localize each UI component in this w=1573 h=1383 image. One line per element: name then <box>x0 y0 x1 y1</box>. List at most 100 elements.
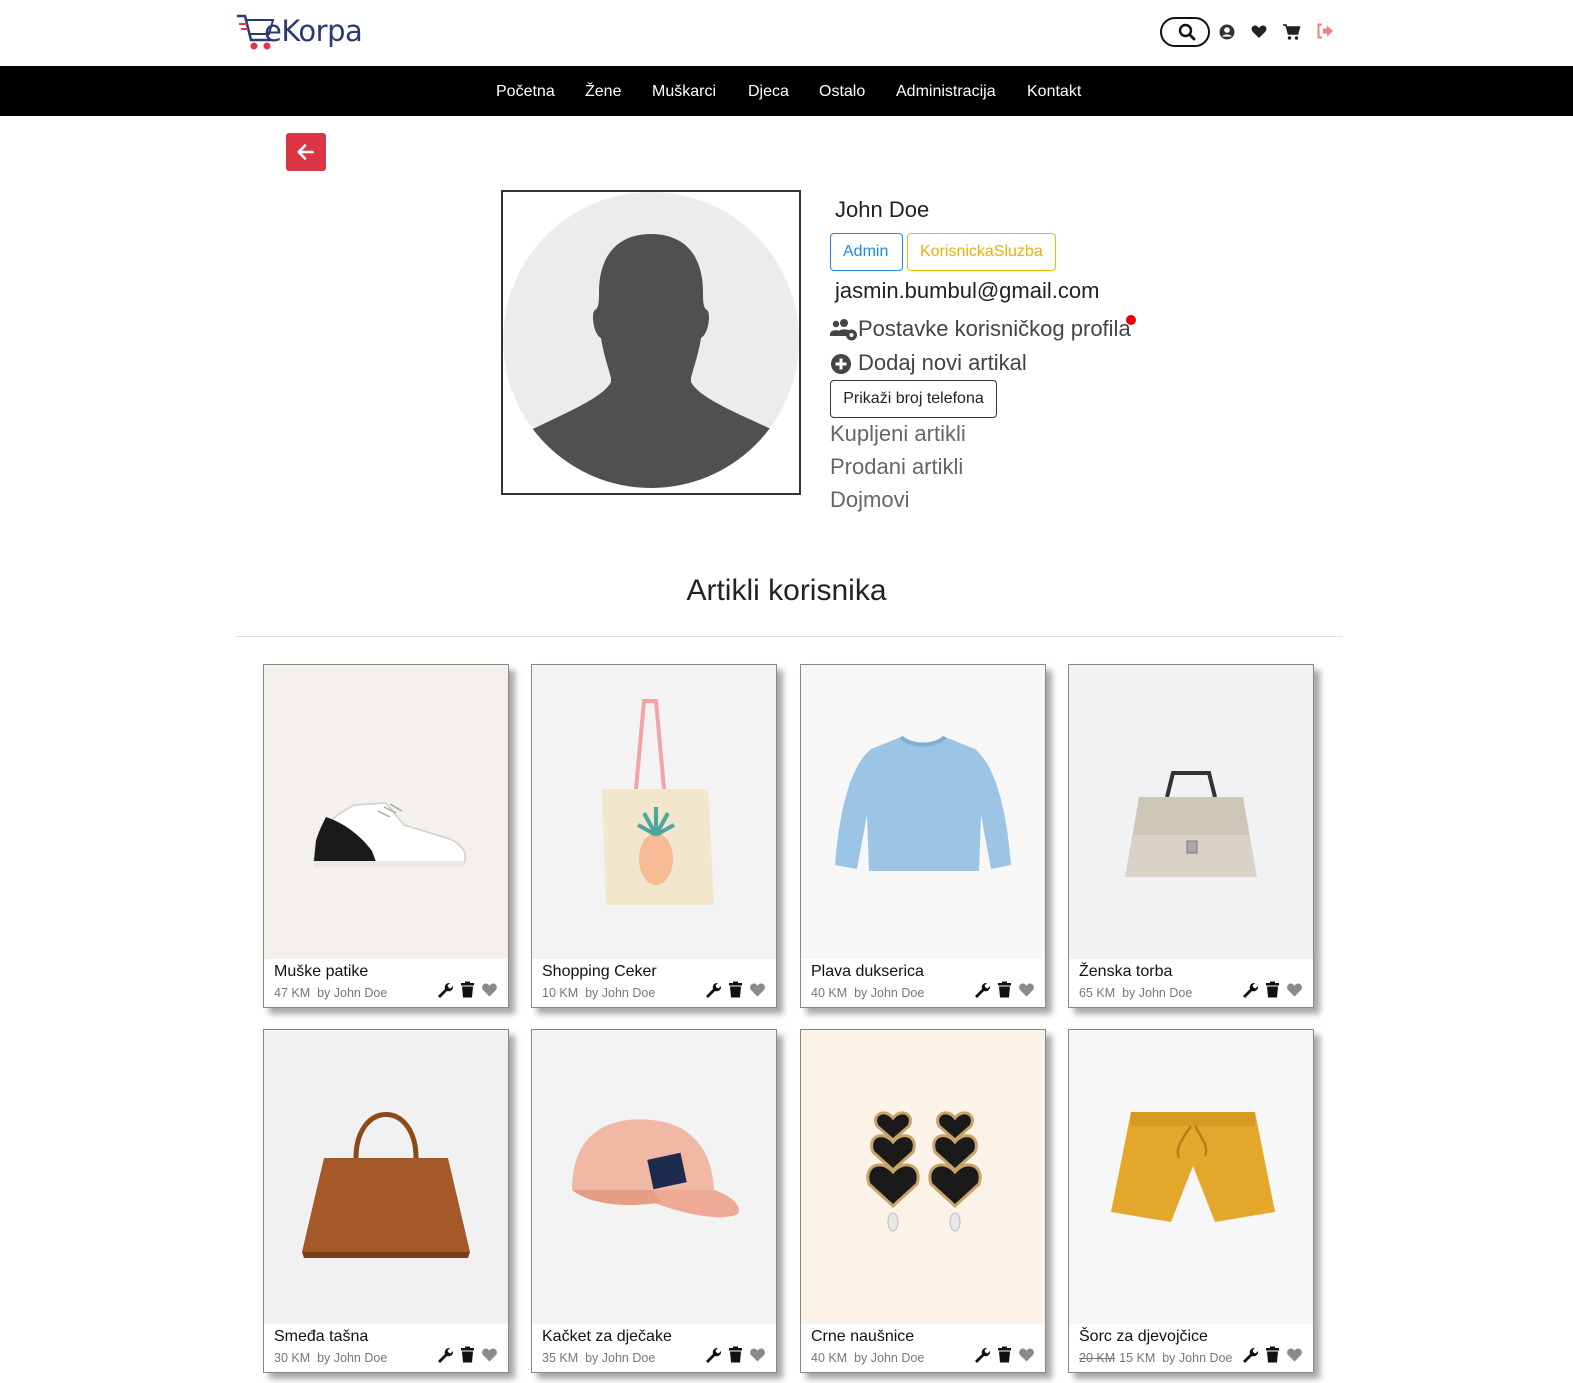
heart-icon[interactable] <box>481 981 498 1003</box>
product-seller: by John Doe <box>1122 986 1193 1000</box>
product-price: 10 KM <box>542 986 579 1000</box>
product-price: 15 KM <box>1119 1351 1156 1365</box>
product-seller: by John Doe <box>585 1351 656 1365</box>
product-actions <box>703 1346 766 1364</box>
notification-dot <box>1126 315 1136 325</box>
heart-icon[interactable] <box>1018 1346 1035 1368</box>
product-title[interactable]: Ženska torba <box>1079 963 1172 981</box>
heart-icon[interactable] <box>1286 981 1303 1003</box>
back-button[interactable] <box>286 133 326 171</box>
nav-pocetna[interactable]: Početna <box>496 66 555 116</box>
nav-administracija[interactable]: Administracija <box>896 66 996 116</box>
logo-text: eKorpa <box>264 14 363 48</box>
trash-icon[interactable] <box>727 1346 744 1368</box>
product-old-price: 20 KM <box>1079 1351 1116 1365</box>
nav-muskarci[interactable]: Muškarci <box>652 66 716 116</box>
product-image[interactable] <box>264 665 508 959</box>
product-card[interactable]: Smeđa tašna 30 KM by John Doe <box>263 1029 509 1373</box>
product-seller: by John Doe <box>1162 1351 1233 1365</box>
product-card[interactable]: Šorc za djevojčice 20 KM 15 KM by John Do… <box>1068 1029 1314 1373</box>
product-title[interactable]: Plava dukserica <box>811 963 924 981</box>
section-divider <box>236 636 1343 637</box>
product-image[interactable] <box>801 665 1045 959</box>
product-seller: by John Doe <box>854 1351 925 1365</box>
trash-icon[interactable] <box>727 981 744 1003</box>
user-icon[interactable] <box>1218 22 1238 42</box>
product-card[interactable]: Kačket za dječake 35 KM by John Doe <box>531 1029 777 1373</box>
product-card[interactable]: Shopping Ceker 10 KM by John Doe <box>531 664 777 1008</box>
heart-icon[interactable] <box>749 981 766 1003</box>
wrench-icon[interactable] <box>1241 1346 1259 1368</box>
wrench-icon[interactable] <box>704 1346 722 1368</box>
product-actions <box>1240 981 1303 999</box>
product-seller: by John Doe <box>854 986 925 1000</box>
role-badge-customer-service: KorisnickaSluzba <box>907 233 1056 271</box>
product-image[interactable] <box>1069 665 1313 959</box>
logout-icon[interactable] <box>1316 22 1336 42</box>
trash-icon[interactable] <box>1264 981 1281 1003</box>
product-image[interactable] <box>532 665 776 959</box>
product-card[interactable]: Crne naušnice 40 KM by John Doe <box>800 1029 1046 1373</box>
sold-items-link[interactable]: Prodani artikli <box>830 454 963 480</box>
purchased-items-link[interactable]: Kupljeni artikli <box>830 421 966 447</box>
reviews-link[interactable]: Dojmovi <box>830 487 909 513</box>
product-price: 40 KM <box>811 1351 848 1365</box>
wrench-icon[interactable] <box>436 1346 454 1368</box>
profile-email: jasmin.bumbul@gmail.com <box>835 278 1100 303</box>
user-items-title: Artikli korisnika <box>686 574 887 607</box>
product-actions <box>1240 1346 1303 1364</box>
product-price: 40 KM <box>811 986 848 1000</box>
product-title[interactable]: Kačket za dječake <box>542 1328 672 1346</box>
show-phone-button[interactable]: Prikaži broj telefona <box>830 380 997 418</box>
trash-icon[interactable] <box>996 981 1013 1003</box>
role-badge-admin: Admin <box>830 233 903 271</box>
product-title[interactable]: Šorc za djevojčice <box>1079 1328 1208 1346</box>
search-button[interactable] <box>1160 17 1210 47</box>
heart-icon[interactable] <box>1018 981 1035 1003</box>
product-title[interactable]: Crne naušnice <box>811 1328 914 1346</box>
wrench-icon[interactable] <box>1241 981 1259 1003</box>
cart-icon[interactable] <box>1282 22 1302 42</box>
product-title[interactable]: Smeđa tašna <box>274 1328 368 1346</box>
product-image[interactable] <box>264 1030 508 1324</box>
heart-icon[interactable] <box>1250 22 1270 42</box>
heart-icon[interactable] <box>1286 1346 1303 1368</box>
wrench-icon[interactable] <box>436 981 454 1003</box>
product-image[interactable] <box>532 1030 776 1324</box>
nav-kontakt[interactable]: Kontakt <box>1027 66 1081 116</box>
profile-settings-label: Postavke korisničkog profila <box>858 316 1131 341</box>
trash-icon[interactable] <box>459 981 476 1003</box>
product-price: 30 KM <box>274 1351 311 1365</box>
wrench-icon[interactable] <box>973 1346 991 1368</box>
wrench-icon[interactable] <box>973 981 991 1003</box>
product-price: 35 KM <box>542 1351 579 1365</box>
product-actions <box>703 981 766 999</box>
product-card[interactable]: Muške patike 47 KM by John Doe <box>263 664 509 1008</box>
main-nav: Početna Žene Muškarci Djeca Ostalo Admin… <box>0 66 1573 116</box>
product-image[interactable] <box>1069 1030 1313 1324</box>
product-meta: 47 KM by John Doe <box>274 986 387 1000</box>
product-card[interactable]: Ženska torba 65 KM by John Doe <box>1068 664 1314 1008</box>
product-title[interactable]: Muške patike <box>274 963 368 981</box>
product-seller: by John Doe <box>317 986 388 1000</box>
profile-name: John Doe <box>835 197 930 222</box>
wrench-icon[interactable] <box>704 981 722 1003</box>
nav-zene[interactable]: Žene <box>585 66 621 116</box>
product-actions <box>972 1346 1035 1364</box>
avatar-silhouette-icon <box>503 192 799 488</box>
product-meta: 40 KM by John Doe <box>811 1351 924 1365</box>
product-title[interactable]: Shopping Ceker <box>542 963 657 981</box>
search-icon <box>1178 23 1196 41</box>
ekorpa-logo[interactable]: eKorpa <box>235 10 380 54</box>
heart-icon[interactable] <box>749 1346 766 1368</box>
product-image[interactable] <box>801 1030 1045 1324</box>
add-item-label: Dodaj novi artikal <box>858 350 1027 375</box>
plus-circle-icon <box>831 354 851 374</box>
trash-icon[interactable] <box>1264 1346 1281 1368</box>
product-card[interactable]: Plava dukserica 40 KM by John Doe <box>800 664 1046 1008</box>
trash-icon[interactable] <box>459 1346 476 1368</box>
trash-icon[interactable] <box>996 1346 1013 1368</box>
nav-ostalo[interactable]: Ostalo <box>819 66 865 116</box>
heart-icon[interactable] <box>481 1346 498 1368</box>
nav-djeca[interactable]: Djeca <box>748 66 789 116</box>
